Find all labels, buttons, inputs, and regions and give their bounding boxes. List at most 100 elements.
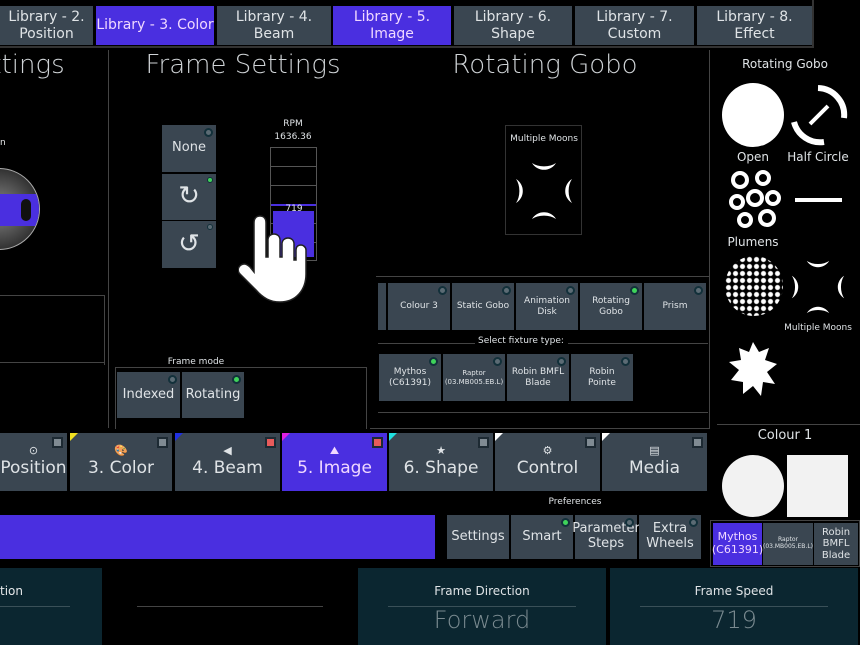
colour-title: Colour 1	[757, 428, 813, 443]
attribute-tab[interactable]: ⊙ Position	[0, 433, 67, 491]
library-tab-shape[interactable]: Library - 6. Shape	[454, 6, 572, 45]
frame-direction-label: Frame Direction	[434, 584, 530, 598]
fixture-type-button[interactable]: Robin Pointe	[571, 354, 633, 401]
position-wheel[interactable]	[0, 168, 40, 250]
rotation-none-button[interactable]: None	[162, 125, 216, 172]
attribute-tab[interactable]: ▤ Media	[602, 433, 707, 491]
rpm-label: RPM	[283, 119, 303, 129]
attribute-tab[interactable]: ◀ 4. Beam	[175, 433, 280, 491]
attribute-tab[interactable]: ⚙ Control	[495, 433, 600, 491]
gobo-open[interactable]	[722, 83, 784, 147]
left-panel-title: ettings	[0, 50, 65, 80]
gobo-type-label: Colour 3	[400, 301, 438, 312]
media-icon: ▤	[649, 444, 660, 458]
position-icon: ⊙	[28, 444, 39, 458]
palette-icon: 🎨	[114, 444, 128, 458]
right-panel-title: Rotating Gobo	[742, 57, 828, 71]
rotate-ccw-icon: ↺	[178, 228, 200, 259]
rotate-cw-icon: ↻	[178, 181, 200, 212]
frame-speed-value: 719	[711, 606, 757, 634]
beam-icon: ◀	[223, 444, 232, 458]
rotate-counterclockwise-button[interactable]: ↺	[162, 221, 216, 268]
star-icon: ★	[436, 444, 446, 458]
library-tab-position[interactable]: Library - 2. Position	[0, 6, 93, 45]
gobo-type-button[interactable]: Prism	[644, 283, 706, 330]
rotating-gobo-title: Rotating Gobo	[452, 50, 638, 80]
library-tab-color[interactable]: Library - 3. Color	[96, 6, 214, 45]
fixture-type-label: Raptor (03.MB005.EB.L)	[444, 369, 504, 386]
preferences-button[interactable]: Extra Wheels	[639, 515, 701, 559]
gobo-multiple-moons-label: Multiple Moons	[784, 323, 852, 333]
gobo-dots[interactable]	[725, 256, 783, 316]
attribute-tab-label: Control	[516, 458, 579, 479]
gobo-type-partial[interactable]	[378, 283, 386, 330]
gobo-plumens[interactable]	[725, 168, 783, 232]
library-tab-effect[interactable]: Library - 8. Effect	[697, 6, 812, 45]
indexed-label: Indexed	[122, 386, 175, 402]
fixture-type-button[interactable]: Raptor (03.MB005.EB.L)	[443, 354, 505, 401]
indexed-button[interactable]: Indexed	[117, 372, 180, 418]
gobo-type-label: Animation Disk	[524, 296, 570, 317]
rotate-clockwise-button[interactable]: ↻	[162, 174, 216, 220]
preferences-button[interactable]: Settings	[447, 515, 509, 559]
right-fixture-mythos[interactable]: Mythos (C61391)	[712, 523, 763, 565]
frame-speed-label: Frame Speed	[694, 584, 774, 598]
gobo-type-button[interactable]: Static Gobo	[452, 283, 514, 330]
attribute-tab[interactable]: 🎨 3. Color	[70, 433, 172, 491]
gobo-splash[interactable]	[725, 340, 783, 402]
selected-gobo-name: Multiple Moons	[510, 134, 578, 144]
gobo-type-label: Prism	[662, 301, 688, 312]
fixture-type-label: Mythos (C61391)	[389, 367, 431, 388]
attribute-tab-label: 4. Beam	[192, 458, 263, 479]
gobo-type-button[interactable]: Colour 3	[388, 283, 450, 330]
control-icon: ⚙	[542, 444, 553, 458]
colour-circle[interactable]	[722, 455, 784, 517]
gobo-half-circle-label: Half Circle	[787, 150, 849, 164]
library-tab-beam[interactable]: Library - 4. Beam	[217, 6, 331, 45]
frame-direction-panel[interactable]: Frame Direction Forward	[358, 568, 606, 645]
fixture-type-label: Robin BMFL Blade	[511, 367, 565, 388]
frame-mode-label: Frame mode	[163, 357, 229, 367]
preferences-button[interactable]: Smart	[511, 515, 573, 559]
right-fixture-robin-bmfl[interactable]: Robin BMFL Blade	[814, 523, 858, 565]
gobo-multiple-moons[interactable]	[790, 258, 846, 316]
attribute-tab-label: 6. Shape	[403, 458, 479, 479]
attribute-tab-label: Media	[628, 458, 681, 479]
preferences-button-label: Settings	[451, 528, 505, 544]
fixture-type-button[interactable]: Robin BMFL Blade	[507, 354, 569, 401]
library-tab-image[interactable]: Library - 5. Image	[333, 6, 451, 45]
hand-cursor-icon	[238, 215, 307, 303]
frame-speed-panel[interactable]: Frame Speed 719	[610, 568, 858, 645]
preferences-button-label: Extra Wheels	[646, 521, 694, 551]
library-tab-bar: Library - 2. Position Library - 3. Color…	[0, 0, 814, 48]
gobo-half-circle[interactable]	[788, 84, 848, 146]
rotating-label: Rotating	[185, 386, 241, 402]
gobo-type-label: Static Gobo	[456, 301, 510, 312]
gobo-type-button[interactable]: Animation Disk	[516, 283, 578, 330]
right-fixture-raptor[interactable]: Raptor (03.MB005.EB.L)	[763, 523, 813, 565]
selected-gobo-preview: Multiple Moons	[505, 125, 582, 235]
none-label: None	[172, 140, 206, 156]
frame-settings-title: Frame Settings	[145, 50, 341, 80]
rotating-button[interactable]: Rotating	[182, 372, 244, 418]
attribute-tab[interactable]: ★ 6. Shape	[389, 433, 493, 491]
select-fixture-label: Select fixture type:	[478, 336, 564, 346]
colour-square[interactable]	[787, 455, 848, 517]
preferences-button[interactable]: Parameter Steps	[572, 515, 640, 559]
selection-bar[interactable]	[0, 515, 435, 559]
attribute-tab[interactable]: ⛰ 5. Image	[282, 433, 387, 491]
multiple-moons-icon	[516, 163, 572, 219]
library-tab-custom[interactable]: Library - 7. Custom	[575, 6, 694, 45]
gobo-type-label: Rotating Gobo	[592, 296, 630, 317]
attribute-tab-label: 3. Color	[87, 458, 154, 479]
gobo-type-button[interactable]: Rotating Gobo	[580, 283, 642, 330]
preferences-label: Preferences	[548, 497, 602, 507]
bottom-left-panel: tion	[0, 568, 102, 645]
image-icon: ⛰	[329, 444, 340, 458]
attribute-tab-label: 5. Image	[297, 458, 372, 479]
gobo-line[interactable]	[795, 198, 842, 202]
bottom-left-label: tion	[0, 584, 23, 598]
attribute-tab-label: Position	[0, 458, 67, 479]
fixture-type-button[interactable]: Mythos (C61391)	[379, 354, 441, 401]
fixture-type-label: Robin Pointe	[588, 367, 616, 388]
